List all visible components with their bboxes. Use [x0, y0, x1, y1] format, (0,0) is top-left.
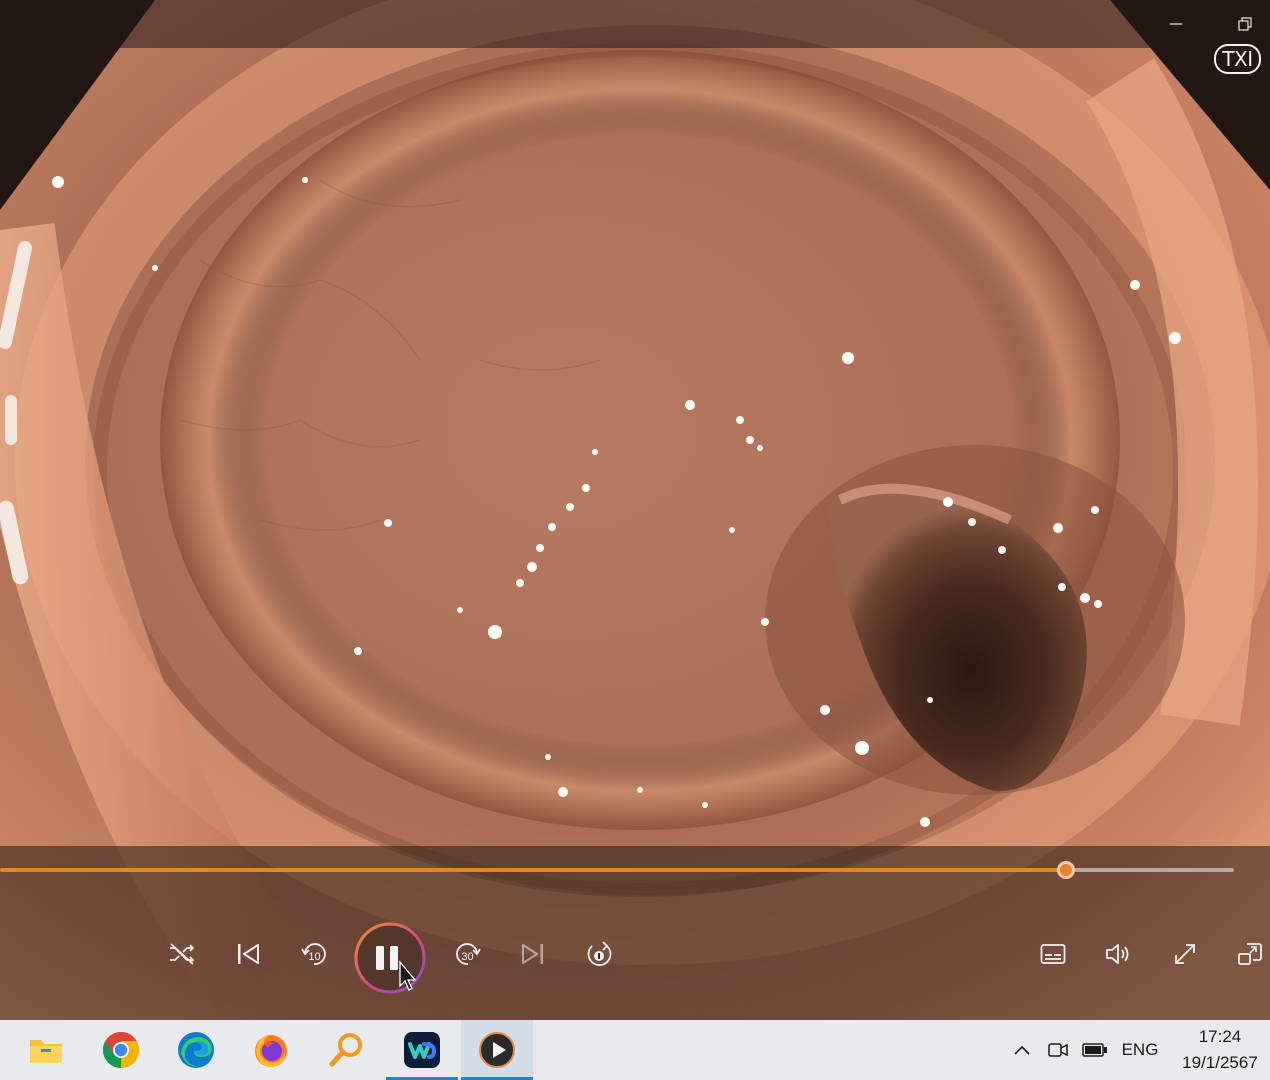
- restore-icon: [1238, 17, 1252, 31]
- miniplayer-icon: [1238, 943, 1262, 965]
- media-player-icon: [479, 1032, 515, 1068]
- repeat-one-icon: [587, 941, 612, 966]
- txi-badge: TXI: [1214, 44, 1261, 74]
- taskbar-chrome[interactable]: [85, 1020, 157, 1080]
- miniplayer-button[interactable]: [1228, 932, 1270, 976]
- minimize-icon: [1170, 23, 1182, 25]
- taskbar-webex[interactable]: [386, 1020, 458, 1080]
- seek-bar[interactable]: [0, 861, 1234, 879]
- taskbar-media-player[interactable]: [461, 1020, 533, 1080]
- meet-now-icon: [1048, 1043, 1068, 1057]
- taskbar-search[interactable]: [310, 1020, 382, 1080]
- forward-30-label: 30: [461, 951, 473, 963]
- firefox-icon: [255, 1035, 287, 1067]
- taskbar-file-explorer[interactable]: [10, 1020, 82, 1080]
- taskbar-firefox[interactable]: [235, 1020, 307, 1080]
- tray-overflow-button[interactable]: [1008, 1020, 1036, 1080]
- webex-icon: [404, 1032, 440, 1068]
- pause-button[interactable]: [354, 922, 426, 994]
- rewind-10-icon: 10: [301, 943, 326, 965]
- clock-date: 19/1/2567: [1182, 1053, 1258, 1072]
- shuffle-icon: [170, 943, 195, 965]
- tray-clock[interactable]: 17:24 19/1/2567: [1170, 1020, 1270, 1080]
- volume-icon: [1106, 944, 1129, 964]
- screen: TXI 10 30 ENG 17:24 19/1/2567: [0, 0, 1270, 1080]
- seek-progress: [0, 868, 1067, 872]
- subtitles-button[interactable]: [1031, 932, 1075, 976]
- forward-30-icon: 30: [456, 943, 481, 965]
- tray-meet-now[interactable]: [1044, 1020, 1072, 1080]
- fullscreen-button[interactable]: [1163, 932, 1207, 976]
- pause-icon: [354, 922, 426, 994]
- playback-controls: 10 30: [0, 846, 1270, 1020]
- rewind-10-button[interactable]: 10: [292, 932, 336, 976]
- taskbar: ENG 17:24 19/1/2567: [0, 1020, 1270, 1080]
- edge-icon: [178, 1032, 214, 1068]
- shuffle-button[interactable]: [160, 932, 204, 976]
- taskbar-edge[interactable]: [160, 1020, 232, 1080]
- magnifier-icon: [329, 1033, 362, 1067]
- repeat-one-button[interactable]: [577, 932, 621, 976]
- tray-language[interactable]: ENG: [1118, 1020, 1162, 1080]
- fullscreen-icon: [1175, 944, 1195, 964]
- forward-30-button[interactable]: 30: [446, 932, 490, 976]
- volume-button[interactable]: [1097, 932, 1141, 976]
- clock-time: 17:24: [1198, 1027, 1242, 1046]
- previous-button[interactable]: [226, 932, 270, 976]
- chevron-up-icon: [1014, 1045, 1030, 1055]
- next-button[interactable]: [511, 932, 555, 976]
- folder-icon: [30, 1040, 62, 1063]
- previous-icon: [238, 944, 259, 964]
- tray-battery[interactable]: [1080, 1020, 1110, 1080]
- title-bar: [0, 0, 1270, 48]
- minimize-button[interactable]: [1153, 0, 1199, 48]
- rewind-10-label: 10: [308, 951, 320, 963]
- seek-thumb[interactable]: [1057, 861, 1076, 879]
- chrome-icon: [102, 1031, 140, 1068]
- restore-button[interactable]: [1222, 0, 1268, 48]
- subtitles-icon: [1040, 944, 1066, 964]
- next-icon: [522, 944, 543, 964]
- battery-icon: [1082, 1043, 1107, 1057]
